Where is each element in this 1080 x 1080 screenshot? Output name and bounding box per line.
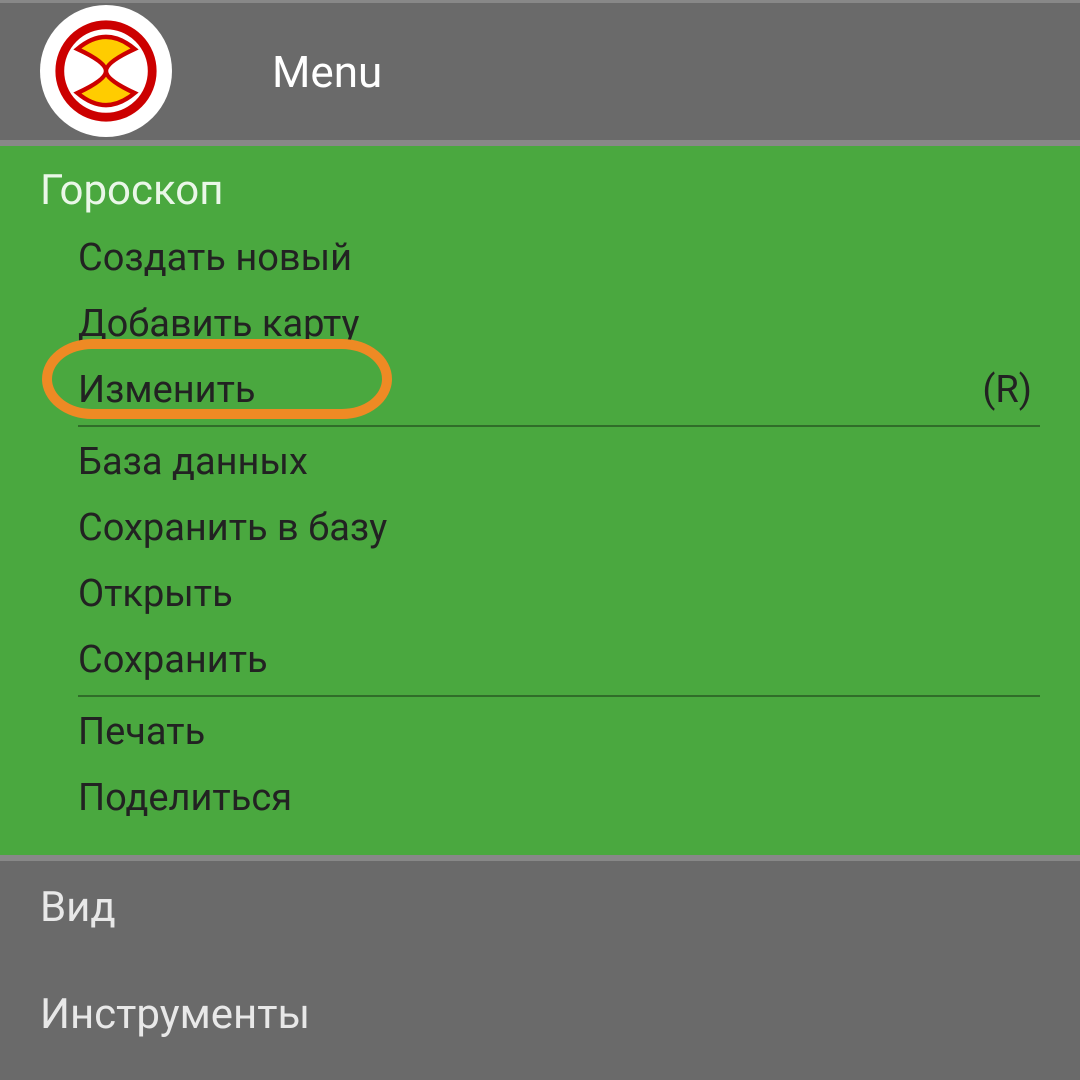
- app-logo: [40, 5, 172, 137]
- menu-item-label: Создать новый: [78, 236, 352, 280]
- horoscope-menu-list: Создать новый Добавить карту Изменить (R…: [40, 225, 1040, 831]
- menu-item-add-chart[interactable]: Добавить карту: [78, 291, 1040, 357]
- menu-divider: [78, 695, 1040, 697]
- section-tools[interactable]: Инструменты: [0, 960, 1080, 1067]
- app-root: Menu Гороскоп Создать новый Добавить кар…: [0, 0, 1080, 1080]
- menu-item-label: Открыть: [78, 572, 233, 616]
- menu-item-share[interactable]: Поделиться: [78, 765, 1040, 831]
- menu-item-save[interactable]: Сохранить: [78, 627, 1040, 693]
- menu-item-label: База данных: [78, 440, 308, 484]
- menu-item-label: Изменить: [78, 368, 256, 412]
- menu-item-open[interactable]: Открыть: [78, 561, 1040, 627]
- menu-item-label: Печать: [78, 710, 205, 754]
- menu-item-shortcut: (R): [982, 368, 1032, 412]
- menu-item-edit[interactable]: Изменить (R): [78, 357, 1040, 423]
- section-view-title: Вид: [40, 883, 1040, 932]
- menu-item-label: Добавить карту: [78, 302, 359, 346]
- menu-divider: [78, 425, 1040, 427]
- menu-item-create-new[interactable]: Создать новый: [78, 225, 1040, 291]
- section-horoscope: Гороскоп Создать новый Добавить карту Из…: [0, 143, 1080, 858]
- section-tools-title: Инструменты: [40, 990, 1040, 1039]
- logo-icon: [51, 16, 161, 126]
- menu-item-label: Поделиться: [78, 776, 292, 820]
- section-view[interactable]: Вид: [0, 858, 1080, 960]
- menu-item-label: Сохранить: [78, 638, 268, 682]
- menu-item-database[interactable]: База данных: [78, 429, 1040, 495]
- menu-item-label: Сохранить в базу: [78, 506, 387, 550]
- app-header: Menu: [0, 0, 1080, 143]
- menu-item-save-to-db[interactable]: Сохранить в базу: [78, 495, 1040, 561]
- menu-item-print[interactable]: Печать: [78, 699, 1040, 765]
- section-horoscope-title[interactable]: Гороскоп: [40, 166, 1040, 215]
- menu-container: Гороскоп Создать новый Добавить карту Из…: [0, 143, 1080, 1080]
- header-title: Menu: [272, 46, 382, 98]
